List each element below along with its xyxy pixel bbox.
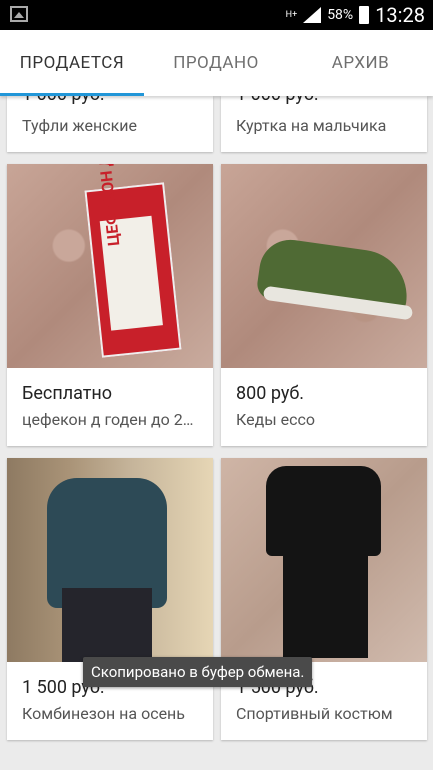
listing-title: Кеды ессо bbox=[236, 410, 315, 429]
listing-title: цефекон д годен до 2018 г. bbox=[22, 410, 202, 429]
listing-photo: ЦЕФЕКОН Д bbox=[7, 164, 213, 368]
battery-percent: 58% bbox=[327, 7, 354, 23]
battery-icon bbox=[359, 6, 370, 24]
tab-indicator bbox=[0, 93, 144, 96]
tab-sold[interactable]: ПРОДАНО bbox=[144, 30, 288, 96]
tab-bar: ПРОДАЕТСЯ ПРОДАНО АРХИВ bbox=[0, 30, 433, 96]
listing-photo bbox=[7, 458, 213, 662]
listing-card[interactable]: 1 500 руб. Спортивный костюм bbox=[221, 458, 427, 740]
listing-card[interactable]: 1 000 руб. Туфли женские bbox=[7, 96, 213, 152]
listing-price: 800 руб. bbox=[236, 383, 305, 404]
listing-title: Спортивный костюм bbox=[236, 704, 393, 723]
listing-card[interactable]: 1 500 руб. Комбинезон на осень bbox=[7, 458, 213, 740]
listing-title: Туфли женские bbox=[22, 116, 137, 135]
tab-for-sale[interactable]: ПРОДАЕТСЯ bbox=[0, 30, 144, 96]
listing-price: Бесплатно bbox=[22, 383, 113, 404]
listing-card[interactable]: 1 000 руб. Куртка на мальчика bbox=[221, 96, 427, 152]
clock: 13:28 bbox=[375, 3, 425, 27]
tracksuit-image bbox=[266, 466, 381, 556]
medicine-box-image: ЦЕФЕКОН Д bbox=[84, 164, 182, 358]
listing-title: Куртка на мальчика bbox=[236, 116, 387, 135]
listing-price: 1 000 руб. bbox=[236, 96, 319, 105]
listing-photo bbox=[221, 458, 427, 662]
listing-card[interactable]: ЦЕФЕКОН Д Бесплатно цефекон д годен до 2… bbox=[7, 164, 213, 446]
signal-icon bbox=[303, 7, 322, 23]
status-bar: H+ 58% 13:28 bbox=[0, 0, 433, 30]
listing-title: Комбинезон на осень bbox=[22, 704, 185, 723]
status-bar-right: H+ 58% 13:28 bbox=[286, 0, 425, 30]
tab-archive[interactable]: АРХИВ bbox=[288, 30, 433, 96]
network-type: H+ bbox=[285, 9, 298, 20]
listing-photo bbox=[221, 164, 427, 368]
gallery-notification-icon bbox=[10, 6, 28, 22]
listing-price: 1 000 руб. bbox=[22, 96, 105, 105]
toast-message: Скопировано в буфер обмена. bbox=[83, 657, 313, 687]
listing-card[interactable]: 800 руб. Кеды ессо bbox=[221, 164, 427, 446]
